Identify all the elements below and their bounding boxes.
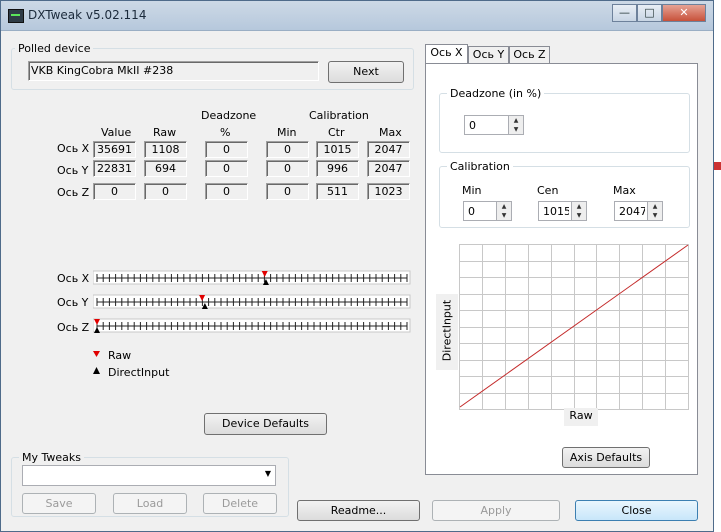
min-value: 0 (468, 205, 475, 218)
dxtweak-window: DXTweak v5.02.114 — □ ✕ Polled device VK… (0, 0, 714, 532)
minimize-button[interactable]: — (612, 4, 637, 22)
value-cell: 22831 (93, 160, 136, 177)
directinput-legend-icon (93, 367, 100, 374)
value-cell: 0 (93, 183, 136, 200)
polled-device-label: Polled device (15, 42, 94, 55)
cen-label: Cen (537, 184, 559, 197)
down-arrow-icon[interactable]: ▼ (497, 211, 511, 220)
deadzone-spinner[interactable]: 0 ▲ ▼ (464, 115, 524, 135)
min-spinner[interactable]: 0 ▲ ▼ (463, 201, 512, 221)
tweaks-combo[interactable]: ▼ (22, 465, 276, 486)
down-arrow-icon[interactable]: ▼ (509, 125, 523, 134)
axis-tab-panel: Deadzone (in %) 0 ▲ ▼ Calibration Min Cen… (425, 63, 698, 475)
raw-cell: 0 (144, 183, 187, 200)
axis-label: Ось X (57, 142, 90, 155)
slider-axis-label: Ось Z (57, 321, 90, 334)
up-arrow-icon[interactable]: ▲ (509, 116, 523, 125)
maximize-button[interactable]: □ (637, 4, 662, 22)
tab-axis-x[interactable]: Ось X (425, 44, 468, 64)
tab-axis-y[interactable]: Ось Y (468, 46, 509, 64)
axis-label: Ось Y (57, 164, 89, 177)
background-marker (714, 162, 721, 170)
deadzone-cell: 0 (205, 141, 248, 158)
close-button[interactable]: Close (575, 500, 698, 521)
ctr-cell: 1015 (316, 141, 359, 158)
min-cell: 0 (266, 160, 309, 177)
ctr-cell: 511 (316, 183, 359, 200)
deadzone-cell: 0 (205, 183, 248, 200)
device-name-field: VKB KingCobra MkII #238 (28, 61, 319, 81)
graph-xlabel: Raw (564, 408, 598, 426)
cen-value: 1015 (543, 205, 569, 218)
app-icon (8, 9, 24, 23)
raw-legend-label: Raw (108, 349, 132, 362)
max-cell: 1023 (367, 183, 410, 200)
raw-legend-icon (93, 351, 100, 357)
device-defaults-button[interactable]: Device Defaults (204, 413, 327, 435)
title-bar[interactable]: DXTweak v5.02.114 — □ ✕ (1, 1, 713, 31)
max-cell: 2047 (367, 160, 410, 177)
deadzone-group-label: Deadzone (in %) (447, 87, 545, 100)
axis-defaults-button[interactable]: Axis Defaults (562, 447, 650, 468)
graph-ylabel: DirectInput (440, 299, 454, 362)
spinner-arrows[interactable]: ▲ ▼ (571, 202, 586, 220)
calibration-group-label: Calibration (447, 160, 513, 173)
min-column-header: Min (277, 126, 297, 139)
down-arrow-icon[interactable]: ▼ (572, 211, 586, 220)
graph-ylabel-box: DirectInput (436, 294, 458, 370)
max-value: 2047 (619, 205, 645, 218)
spinner-arrows[interactable]: ▲ ▼ (647, 202, 662, 220)
slider-axis-label: Ось Y (57, 296, 89, 309)
axis-label: Ось Z (57, 186, 90, 199)
deadzone-header: Deadzone (201, 109, 257, 122)
readme-button[interactable]: Readme... (297, 500, 420, 521)
calibration-header: Calibration (309, 109, 369, 122)
window-title: DXTweak v5.02.114 (28, 8, 147, 22)
axis-position-sliders (93, 270, 411, 333)
max-spinner[interactable]: 2047 ▲ ▼ (614, 201, 663, 221)
down-arrow-icon[interactable]: ▼ (648, 211, 662, 220)
raw-cell: 694 (144, 160, 187, 177)
deadzone-value: 0 (469, 119, 476, 132)
my-tweaks-label: My Tweaks (19, 451, 85, 464)
ctr-cell: 996 (316, 160, 359, 177)
spinner-arrows[interactable]: ▲ ▼ (508, 116, 523, 134)
next-button[interactable]: Next (328, 61, 404, 83)
raw-cell: 1108 (144, 141, 187, 158)
max-column-header: Max (379, 126, 402, 139)
up-arrow-icon[interactable]: ▲ (648, 202, 662, 211)
max-label: Max (613, 184, 636, 197)
load-button[interactable]: Load (113, 493, 187, 514)
directinput-legend-label: DirectInput (108, 366, 170, 379)
legend-markers (93, 351, 100, 374)
up-arrow-icon[interactable]: ▲ (497, 202, 511, 211)
slider-axis-label: Ось X (57, 272, 90, 285)
min-cell: 0 (266, 141, 309, 158)
close-window-button[interactable]: ✕ (662, 4, 706, 22)
value-column-header: Value (101, 126, 132, 139)
chevron-down-icon: ▼ (264, 469, 271, 478)
delete-button[interactable]: Delete (203, 493, 277, 514)
up-arrow-icon[interactable]: ▲ (572, 202, 586, 211)
min-cell: 0 (266, 183, 309, 200)
background-window-strip (714, 0, 721, 532)
deadzone-cell: 0 (205, 160, 248, 177)
raw-column-header: Raw (153, 126, 177, 139)
value-cell: 35691 (93, 141, 136, 158)
apply-button[interactable]: Apply (432, 500, 560, 521)
min-label: Min (462, 184, 482, 197)
percent-column-header: % (220, 126, 231, 139)
ctr-column-header: Ctr (328, 126, 345, 139)
tab-axis-z[interactable]: Ось Z (509, 46, 550, 64)
response-curve-graph (459, 244, 689, 410)
save-button[interactable]: Save (22, 493, 96, 514)
spinner-arrows[interactable]: ▲ ▼ (496, 202, 511, 220)
cen-spinner[interactable]: 1015 ▲ ▼ (538, 201, 587, 221)
max-cell: 2047 (367, 141, 410, 158)
